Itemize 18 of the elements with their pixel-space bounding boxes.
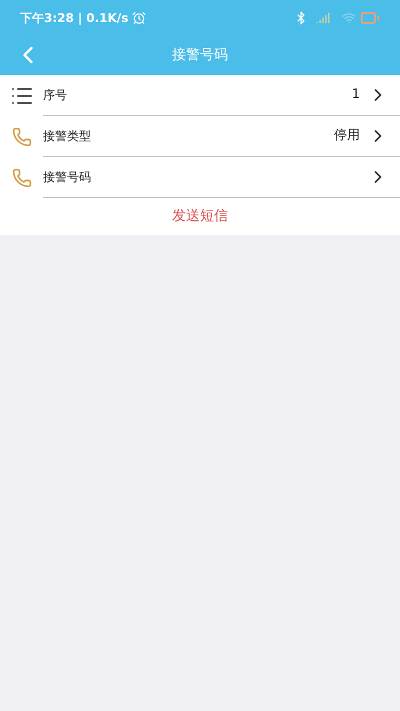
status-separator: | xyxy=(78,10,82,26)
page-title: 接警号码 xyxy=(171,46,229,64)
alarm-icon xyxy=(132,10,146,24)
row-label: 接警号码 xyxy=(43,169,92,186)
settings-row[interactable]: 接警类型 停用 xyxy=(0,116,400,157)
signal-icon xyxy=(316,10,330,24)
phone-icon xyxy=(12,168,32,188)
network-speed: 0.1K/s xyxy=(86,10,128,26)
row-label: 序号 xyxy=(43,87,68,104)
wifi-icon xyxy=(342,10,356,24)
row-value: 停用 xyxy=(334,127,360,146)
send-sms-button[interactable]: 发送短信 xyxy=(0,198,400,235)
phone-icon xyxy=(12,126,32,146)
row-label: 接警类型 xyxy=(43,128,92,145)
row-value: 1 xyxy=(352,86,360,104)
settings-row[interactable]: 序号 1 xyxy=(0,75,400,116)
status-time: 下午3:28 xyxy=(20,10,74,26)
settings-row[interactable]: 接警号码 xyxy=(0,157,400,198)
